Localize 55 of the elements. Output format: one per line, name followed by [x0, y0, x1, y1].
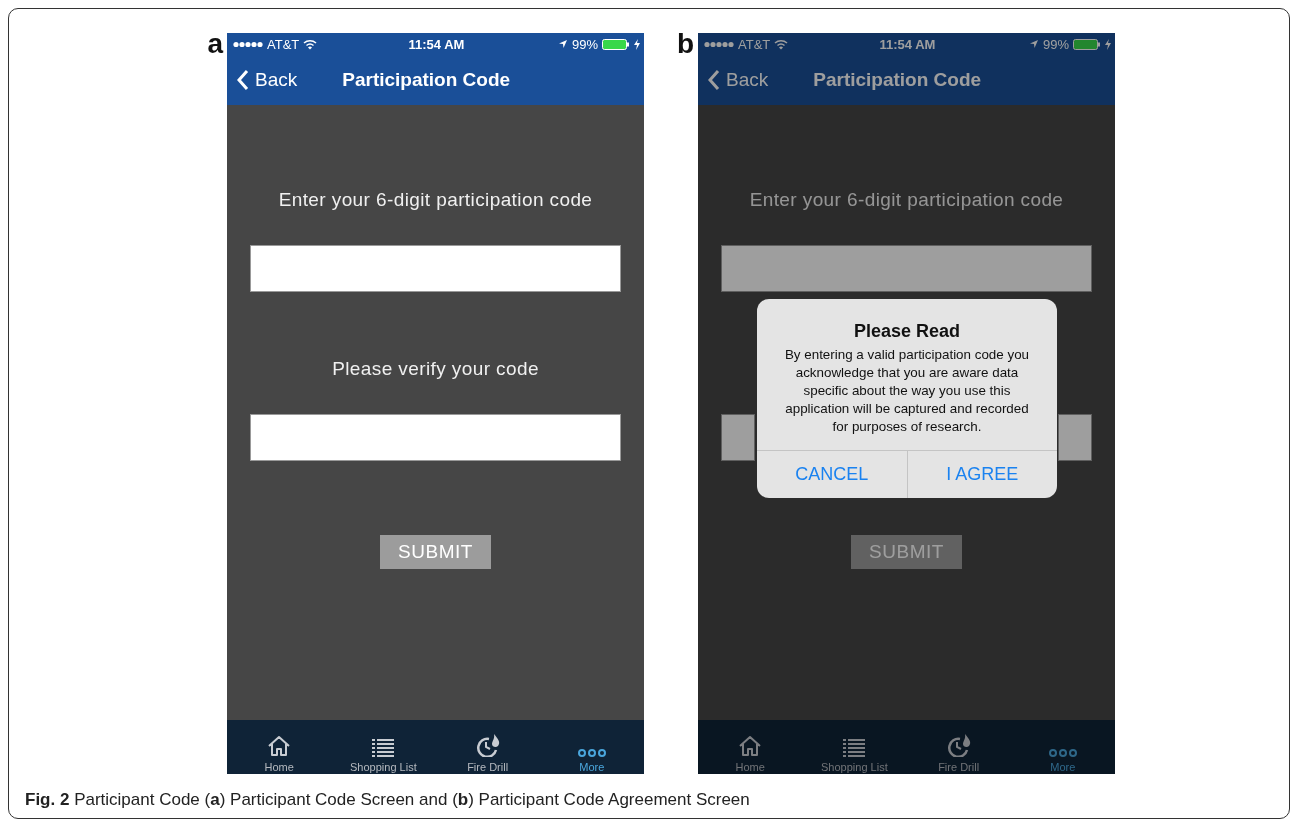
tab-item[interactable]: More [539, 720, 644, 774]
tab-item[interactable]: Fire Drill [435, 720, 540, 774]
tab-item[interactable]: Home [227, 720, 332, 774]
back-button[interactable]: Back [698, 69, 769, 91]
field-label: Enter your 6-digit participation code [278, 189, 593, 211]
field-label: Please verify your code [332, 358, 539, 380]
tab-item[interactable]: Shopping List [331, 720, 436, 774]
screen-title: Participation Code [342, 69, 511, 91]
carrier-name: AT&T [267, 36, 300, 52]
chevron-icon [708, 69, 720, 91]
tab-item[interactable]: Home [698, 720, 803, 774]
home-icon [738, 735, 763, 757]
location-icon [557, 39, 568, 49]
signal-icon [704, 40, 734, 48]
chevron-icon [237, 69, 249, 91]
back-button[interactable]: Back [227, 69, 298, 91]
charging-icon [634, 38, 640, 50]
status-time: 11:54 AM [879, 36, 936, 52]
field-label: Enter your 6-digit participation code [749, 189, 1064, 211]
alert-button[interactable]: CANCEL [757, 451, 907, 498]
submit-button[interactable]: SUBMIT [380, 535, 491, 569]
clock-flame-icon [945, 733, 972, 757]
code-field[interactable] [250, 245, 621, 292]
list-icon [372, 739, 395, 757]
alert-title: Please Read [852, 320, 962, 342]
signal-icon [233, 40, 263, 48]
panel-label: a [206, 33, 225, 55]
home-icon [267, 735, 292, 757]
code-field-edge [1058, 414, 1092, 461]
screen-title: Participation Code [813, 69, 982, 91]
charging-icon [1105, 38, 1111, 50]
battery-icon [1073, 38, 1101, 50]
status-time: 11:54 AM [408, 36, 465, 52]
tab-item[interactable]: Shopping List [802, 720, 907, 774]
wifi-icon [303, 38, 318, 50]
battery-icon [602, 38, 630, 50]
more-icon [1048, 749, 1077, 757]
alert-button[interactable]: I AGREE [906, 451, 1057, 498]
clock-flame-icon [474, 733, 501, 757]
panel-label: b [675, 33, 695, 55]
tab-item[interactable]: More [1010, 720, 1115, 774]
wifi-icon [774, 38, 789, 50]
battery-percent: 99% [571, 36, 598, 52]
alert-message: By entering a valid participation code you acknowledge that you are aware data specific about the way you use this application will be captured and recorded for purposes of research. [783, 346, 1031, 436]
code-field[interactable] [721, 245, 1092, 292]
code-field-edge [721, 414, 755, 461]
more-icon [577, 749, 606, 757]
figure-caption: Fig. 2 Participant Code (a) Participant Code Screen and (b) Participant Code Agreement Screen [24, 789, 751, 810]
battery-percent: 99% [1042, 36, 1069, 52]
code-field[interactable] [250, 414, 621, 461]
list-icon [843, 739, 866, 757]
carrier-name: AT&T [738, 36, 771, 52]
tab-item[interactable]: Fire Drill [906, 720, 1011, 774]
location-icon [1028, 39, 1039, 49]
submit-button[interactable]: SUBMIT [851, 535, 962, 569]
